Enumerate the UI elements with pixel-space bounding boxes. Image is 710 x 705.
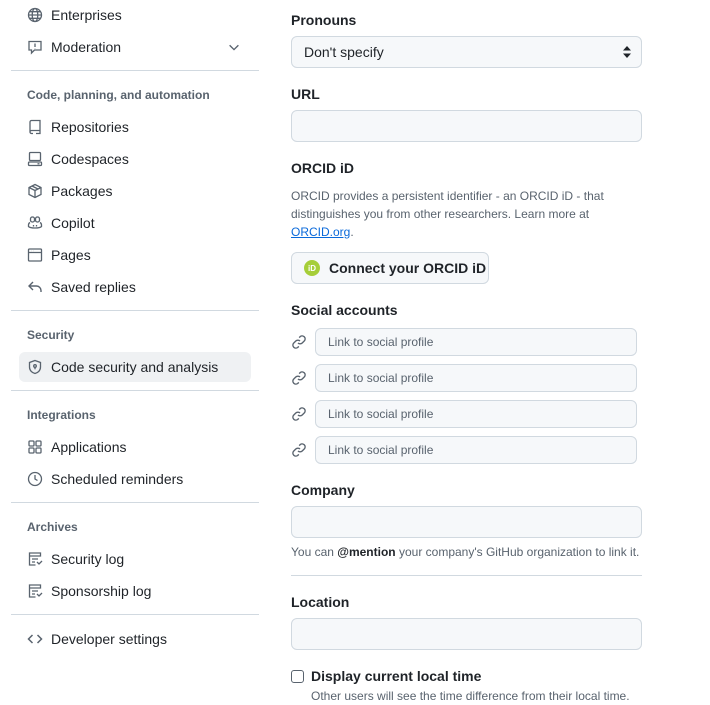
orcid-label: ORCID iD (291, 160, 354, 176)
social-link-input[interactable] (315, 436, 637, 464)
sidebar-item-repositories[interactable]: Repositories (19, 112, 251, 142)
sidebar-item-label: Security log (51, 551, 125, 567)
sidebar-item-security-log[interactable]: Security log (19, 544, 251, 574)
apps-icon (19, 432, 51, 462)
pronouns-label: Pronouns (291, 12, 357, 28)
social-link-input[interactable] (315, 328, 637, 356)
sidebar-item-label: Codespaces (51, 151, 129, 167)
local-time-label[interactable]: Display current local time (311, 668, 481, 684)
sidebar-item-packages[interactable]: Packages (19, 176, 251, 206)
link-icon (292, 371, 306, 385)
sidebar-item-label: Repositories (51, 119, 129, 135)
reply-icon (19, 272, 51, 302)
select-updown-icon (623, 46, 631, 58)
social-row (291, 328, 637, 356)
pronouns-value: Don't specify (304, 44, 384, 60)
company-input[interactable] (291, 506, 642, 538)
sidebar-divider (11, 614, 259, 615)
sidebar-item-moderation[interactable]: Moderation (19, 32, 251, 62)
sidebar-item-scheduled-reminders[interactable]: Scheduled reminders (19, 464, 251, 494)
sidebar-divider (11, 390, 259, 391)
repo-icon (19, 112, 51, 142)
location-label: Location (291, 594, 350, 610)
codespaces-icon (19, 144, 51, 174)
group-heading-archives: Archives (27, 520, 78, 534)
group-heading-integrations: Integrations (27, 408, 96, 422)
shield-lock-icon (19, 352, 51, 382)
globe-icon (19, 0, 51, 30)
sidebar-item-label: Copilot (51, 215, 95, 231)
sidebar-item-label: Packages (51, 183, 113, 199)
sidebar-item-label: Scheduled reminders (51, 471, 184, 487)
group-heading-security: Security (27, 328, 75, 342)
sidebar-item-pages[interactable]: Pages (19, 240, 251, 270)
link-icon (292, 407, 306, 421)
sidebar-item-applications[interactable]: Applications (19, 432, 251, 462)
log-icon (19, 576, 51, 606)
sidebar-divider (11, 70, 259, 71)
sidebar-divider (11, 502, 259, 503)
sidebar-item-label: Moderation (51, 39, 122, 55)
sidebar-item-sponsorship-log[interactable]: Sponsorship log (19, 576, 251, 606)
company-hint-prefix: You can (291, 545, 338, 559)
sidebar-item-enterprises[interactable]: Enterprises (19, 0, 251, 30)
social-row (291, 436, 637, 464)
orcid-link[interactable]: ORCID.org (291, 225, 350, 239)
connect-orcid-button[interactable]: iD Connect your ORCID iD (291, 252, 489, 284)
social-link-input[interactable] (315, 364, 637, 392)
package-icon (19, 176, 51, 206)
mention-text: @mention (337, 545, 396, 559)
orcid-desc-text: ORCID provides a persistent identifier -… (291, 189, 604, 221)
sidebar-item-label: Saved replies (51, 279, 136, 295)
orcid-description: ORCID provides a persistent identifier -… (291, 187, 621, 241)
local-time-checkbox[interactable] (291, 670, 304, 683)
sidebar-divider (11, 310, 259, 311)
social-row (291, 364, 637, 392)
sidebar-item-code-security[interactable]: Code security and analysis (19, 352, 251, 382)
link-icon (292, 335, 306, 349)
social-link-input[interactable] (315, 400, 637, 428)
sidebar-item-label: Pages (51, 247, 91, 263)
sidebar-item-copilot[interactable]: Copilot (19, 208, 251, 238)
chevron-down-icon[interactable] (227, 40, 241, 54)
copilot-icon (19, 208, 51, 238)
sidebar-item-label: Developer settings (51, 631, 167, 647)
group-heading-code: Code, planning, and automation (27, 88, 210, 102)
location-input[interactable] (291, 618, 642, 650)
code-icon (19, 624, 51, 654)
sidebar-item-codespaces[interactable]: Codespaces (19, 144, 251, 174)
social-accounts-label: Social accounts (291, 302, 398, 318)
orcid-logo-icon: iD (304, 260, 320, 276)
sidebar-item-label: Sponsorship log (51, 583, 152, 599)
sidebar-item-label: Applications (51, 439, 127, 455)
sidebar-item-label: Enterprises (51, 7, 122, 23)
company-hint: You can @mention your company's GitHub o… (291, 543, 651, 561)
pronouns-select[interactable]: Don't specify (291, 36, 642, 68)
log-icon (19, 544, 51, 574)
section-divider (291, 575, 642, 576)
orcid-desc-suffix: . (350, 225, 354, 239)
settings-sidebar: Enterprises Moderation Code, planning, a… (0, 0, 270, 702)
connect-orcid-label: Connect your ORCID iD (329, 260, 487, 276)
link-icon (292, 443, 306, 457)
local-time-hint: Other users will see the time difference… (311, 689, 630, 703)
sidebar-item-label: Code security and analysis (51, 359, 219, 375)
url-label: URL (291, 86, 320, 102)
company-hint-suffix: your company's GitHub organization to li… (395, 545, 640, 559)
social-row (291, 400, 637, 428)
company-label: Company (291, 482, 355, 498)
sidebar-item-saved-replies[interactable]: Saved replies (19, 272, 251, 302)
browser-icon (19, 240, 51, 270)
clock-icon (19, 464, 51, 494)
report-icon (19, 32, 51, 62)
url-input[interactable] (291, 110, 642, 142)
sidebar-item-developer-settings[interactable]: Developer settings (19, 624, 251, 654)
